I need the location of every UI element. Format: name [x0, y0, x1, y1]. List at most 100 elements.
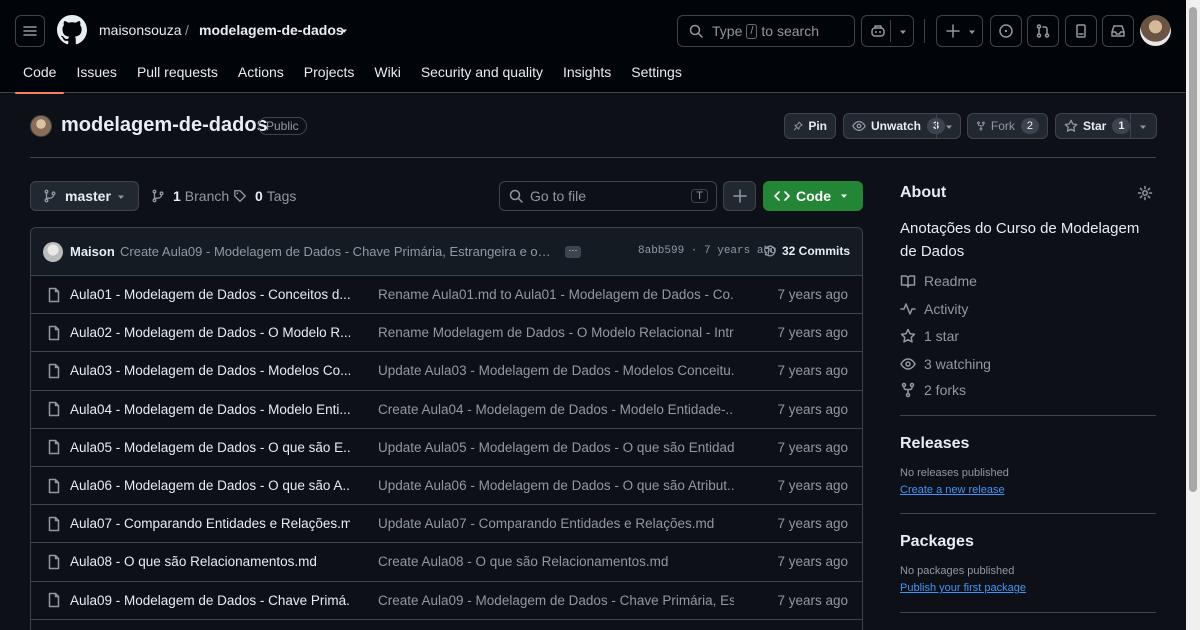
- star-icon: [900, 328, 916, 343]
- add-file-button[interactable]: [723, 181, 756, 211]
- tab-pull-requests[interactable]: Pull requests: [129, 54, 226, 93]
- watchers-link[interactable]: 3 watching: [900, 356, 991, 372]
- menu-button[interactable]: [15, 15, 45, 47]
- file-commit-date: 7 years ago: [777, 478, 848, 494]
- tab-insights[interactable]: Insights: [555, 54, 619, 93]
- file-name-link[interactable]: Aula04 - Modelagem de Dados - Modelo Ent…: [70, 402, 350, 417]
- readme-link[interactable]: Readme: [900, 273, 977, 289]
- table-row[interactable]: Aula07 - Comparando Entidades e Relações…: [31, 505, 862, 544]
- pin-button[interactable]: Pin: [784, 113, 836, 139]
- file-commit-message-link[interactable]: Update Aula06 - Modelagem de Dados - O q…: [378, 478, 734, 493]
- page-scrollbar[interactable]: [1186, 0, 1200, 630]
- file-name-link[interactable]: Aula01 - Modelagem de Dados - Conceitos …: [70, 287, 350, 302]
- table-row[interactable]: Aula08 - O que são Relacionamentos.md Cre…: [31, 543, 862, 582]
- repo-title[interactable]: modelagem-de-dados: [61, 114, 268, 137]
- tab-label: Settings: [631, 64, 682, 80]
- stars-link[interactable]: 1 star: [900, 328, 959, 344]
- eye-icon: [900, 358, 916, 370]
- packages-title[interactable]: Packages: [900, 533, 1156, 551]
- tab-code[interactable]: Code: [15, 54, 65, 94]
- file-commit-message-link[interactable]: Create Aula08 - O que são Relacionamento…: [378, 554, 734, 569]
- file-name-link[interactable]: Aula09 - Modelagem de Dados - Chave Prim…: [70, 593, 350, 608]
- caret-down-icon[interactable]: [944, 122, 954, 132]
- file-name-link[interactable]: Aula05 - Modelagem de Dados - O que são …: [70, 440, 350, 455]
- branches-link[interactable]: 1 Branch: [151, 188, 229, 204]
- star-button[interactable]: Star 1: [1055, 113, 1157, 139]
- file-name-link[interactable]: Aula06 - Modelagem de Dados - O que são …: [70, 478, 350, 493]
- table-row[interactable]: Aula06 - Modelagem de Dados - O que são …: [31, 467, 862, 506]
- about-title: About: [900, 184, 947, 201]
- repositories-button[interactable]: [1065, 15, 1097, 47]
- table-row[interactable]: Aula02 - Modelagem de Dados - O Modelo R…: [31, 314, 862, 353]
- activity-link[interactable]: Activity: [900, 301, 968, 317]
- table-row[interactable]: Aula01 - Modelagem de Dados - Conceitos …: [31, 276, 862, 315]
- tab-settings[interactable]: Settings: [623, 54, 690, 93]
- publish-package-link[interactable]: Publish your first package: [900, 582, 1156, 594]
- scrollbar-thumb[interactable]: [1189, 7, 1197, 492]
- unwatch-button[interactable]: Unwatch 3: [843, 113, 961, 139]
- file-commit-message-link[interactable]: Rename Aula01.md to Aula01 - Modelagem d…: [378, 287, 734, 302]
- breadcrumb-repo[interactable]: modelagem-de-dados: [199, 22, 344, 38]
- tab-security[interactable]: Security and quality: [413, 54, 551, 93]
- file-commit-date: 7 years ago: [777, 439, 848, 455]
- plus-icon: [946, 24, 960, 38]
- tab-wiki[interactable]: Wiki: [366, 54, 408, 93]
- caret-down-icon[interactable]: [1138, 122, 1148, 132]
- file-commit-message-link[interactable]: Update Aula03 - Modelagem de Dados - Mod…: [378, 363, 734, 378]
- go-to-file-placeholder: Go to file: [530, 188, 587, 204]
- global-header: maisonsouza / modelagem-de-dados Type / …: [0, 0, 1186, 94]
- commits-link[interactable]: 32 Commits: [763, 244, 850, 258]
- tab-issues[interactable]: Issues: [68, 54, 124, 93]
- pin-label: Pin: [808, 119, 827, 133]
- expand-commit-message-button[interactable]: ···: [565, 246, 581, 258]
- tab-projects[interactable]: Projects: [296, 54, 363, 93]
- file-name-link[interactable]: Aula02 - Modelagem de Dados - O Modelo R…: [70, 325, 350, 340]
- file-commit-message-link[interactable]: Update Aula07 - Comparando Entidades e R…: [378, 516, 734, 531]
- commit-author[interactable]: Maison: [70, 244, 115, 259]
- table-row[interactable]: Aula04 - Modelagem de Dados - Modelo Ent…: [31, 391, 862, 429]
- gear-icon[interactable]: [1137, 185, 1153, 201]
- commit-sha-time[interactable]: 8abb599 · 7 years ago: [638, 245, 777, 257]
- commit-author-avatar[interactable]: [43, 242, 63, 262]
- watching-label: 3 watching: [924, 356, 991, 372]
- activity-label: Activity: [924, 301, 969, 317]
- file-name-link[interactable]: Aula08 - O que são Relacionamentos.md: [70, 554, 350, 569]
- file-commit-message-link[interactable]: Update Aula05 - Modelagem de Dados - O q…: [378, 440, 734, 455]
- repo-owner-avatar[interactable]: [30, 115, 52, 137]
- star-icon: [1064, 119, 1078, 132]
- issues-button[interactable]: [990, 15, 1022, 47]
- go-to-file-input[interactable]: Go to file T: [499, 181, 717, 211]
- forks-link[interactable]: 2 forks: [900, 382, 966, 398]
- releases-title[interactable]: Releases: [900, 435, 1156, 453]
- table-row[interactable]: Aula03 - Modelagem de Dados - Modelos Co…: [31, 352, 862, 391]
- sidebar-divider: [900, 415, 1156, 416]
- fork-button[interactable]: Fork 2: [967, 113, 1048, 139]
- copilot-button[interactable]: [861, 15, 914, 47]
- code-download-button[interactable]: Code: [763, 181, 863, 211]
- create-release-link[interactable]: Create a new release: [900, 484, 1156, 496]
- commit-message[interactable]: Create Aula09 - Modelagem de Dados - Cha…: [120, 244, 555, 259]
- table-row[interactable]: Aula09 - Modelagem de Dados - Chave Prim…: [31, 582, 862, 620]
- inbox-button[interactable]: [1102, 15, 1134, 47]
- tab-label: Pull requests: [136, 64, 218, 80]
- file-name-link[interactable]: Aula03 - Modelagem de Dados - Modelos Co…: [70, 363, 350, 378]
- tab-label: Projects: [303, 64, 355, 80]
- file-name-link[interactable]: Aula07 - Comparando Entidades e Relações…: [70, 516, 350, 531]
- caret-down-icon: [969, 30, 975, 34]
- caret-down-icon[interactable]: [339, 26, 349, 36]
- tab-actions[interactable]: Actions: [230, 54, 292, 93]
- breadcrumb-owner[interactable]: maisonsouza: [99, 22, 182, 38]
- github-logo-icon[interactable]: [57, 15, 87, 45]
- file-commit-date: 7 years ago: [777, 516, 848, 532]
- search-input[interactable]: Type / to search: [677, 15, 855, 47]
- repo-nav-tabs: Code Issues Pull requests Actions Projec…: [15, 54, 694, 94]
- file-commit-message-link[interactable]: Rename Modelagem de Dados - O Modelo Rel…: [378, 325, 734, 340]
- pull-requests-button[interactable]: [1027, 15, 1059, 47]
- file-commit-message-link[interactable]: Create Aula04 - Modelagem de Dados - Mod…: [378, 402, 734, 417]
- create-new-button[interactable]: [936, 15, 983, 47]
- user-avatar[interactable]: [1140, 15, 1171, 46]
- file-commit-message-link[interactable]: Create Aula09 - Modelagem de Dados - Cha…: [378, 593, 734, 608]
- table-row[interactable]: Aula05 - Modelagem de Dados - O que são …: [31, 429, 862, 467]
- tags-link[interactable]: 0 Tags: [233, 188, 296, 204]
- branch-selector[interactable]: master: [30, 181, 139, 211]
